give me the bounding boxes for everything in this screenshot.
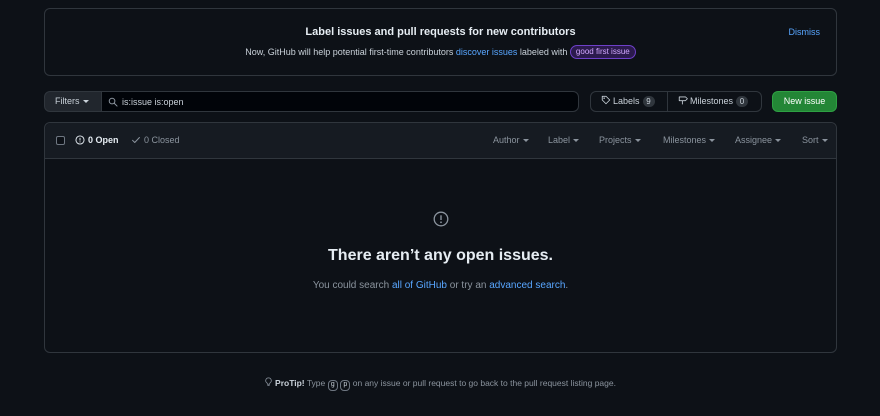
discover-issues-link[interactable]: discover issues (456, 47, 518, 57)
issues-list-header: 0 Open 0 Closed Author Label Projects Mi… (45, 123, 836, 159)
tag-icon (601, 95, 611, 105)
key-p: p (340, 380, 351, 391)
projects-filter[interactable]: Projects (599, 135, 641, 145)
filters-button[interactable]: Filters (44, 91, 102, 112)
open-issues-tab[interactable]: 0 Open (75, 135, 119, 145)
protip-label: ProTip! (275, 378, 305, 388)
sort-filter[interactable]: Sort (802, 135, 828, 145)
search-input[interactable] (122, 94, 562, 109)
issue-opened-icon (75, 135, 85, 145)
contributor-banner: Label issues and pull requests for new c… (44, 8, 837, 76)
select-all-checkbox[interactable] (56, 136, 65, 145)
check-icon (132, 137, 140, 143)
protip: ProTip! Type g p on any issue or pull re… (0, 377, 880, 391)
caret-down-icon (82, 100, 89, 103)
labels-count: 9 (642, 96, 655, 107)
issues-toolbar: Filters Labels9 Milestones0 New issue (44, 91, 837, 112)
caret-down-icon (573, 139, 580, 142)
label-filter[interactable]: Label (548, 135, 580, 145)
labels-milestones-group: Labels 9 Milestones 0 (590, 91, 762, 112)
caret-down-icon (775, 139, 782, 142)
caret-down-icon (709, 139, 716, 142)
key-g: g (327, 380, 338, 391)
caret-down-icon (634, 139, 641, 142)
labels-button[interactable]: Labels 9 (591, 92, 668, 111)
good-first-issue-label[interactable]: good first issue (569, 45, 636, 59)
caret-down-icon (522, 139, 529, 142)
banner-title: Label issues and pull requests for new c… (305, 26, 576, 38)
banner-text: Now, GitHub will help potential first-ti… (45, 45, 836, 59)
caret-down-icon (821, 139, 828, 142)
milestones-filter[interactable]: Milestones (663, 135, 716, 145)
all-of-github-link[interactable]: all of GitHub (392, 280, 447, 291)
milestones-count: 0 (736, 96, 749, 107)
milestones-button[interactable]: Milestones 0 (668, 92, 762, 111)
new-issue-button[interactable]: New issue (772, 91, 837, 112)
closed-issues-tab[interactable]: 0 Closed (131, 135, 180, 145)
assignee-filter[interactable]: Assignee (735, 135, 782, 145)
advanced-search-link[interactable]: advanced search (489, 280, 565, 291)
milestone-icon (678, 96, 688, 105)
search-icon (108, 97, 118, 107)
dismiss-button[interactable]: Dismiss (789, 27, 821, 37)
author-filter[interactable]: Author (493, 135, 529, 145)
search-box[interactable] (101, 91, 579, 112)
blankslate-title: There aren’t any open issues. (328, 247, 553, 264)
info-icon (433, 211, 449, 227)
issues-list-box: 0 Open 0 Closed Author Label Projects Mi… (44, 122, 837, 353)
light-bulb-icon (265, 377, 272, 386)
blankslate-text: You could search all of GitHub or try an… (312, 280, 569, 291)
